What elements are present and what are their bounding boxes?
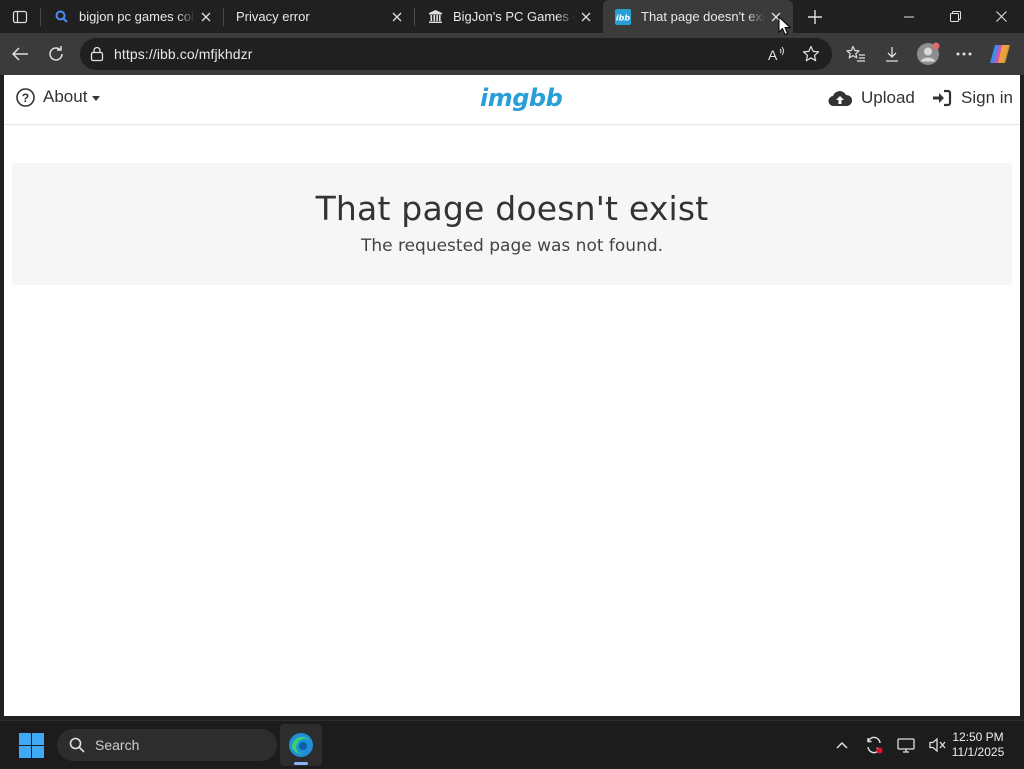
tab-imgbb-active[interactable]: ibb That page doesn't exist xyxy=(603,0,793,33)
svg-text:A: A xyxy=(768,47,778,62)
taskbar: Search 12:50 PM 11/1/2025 xyxy=(0,720,1024,768)
network-icon xyxy=(897,738,915,753)
read-aloud-button[interactable]: A xyxy=(762,38,792,70)
start-button[interactable] xyxy=(19,733,44,763)
toolbar-right xyxy=(838,38,1018,70)
tab-title: bigjon pc games collecti xyxy=(79,9,195,24)
tab-title: BigJon's PC Games Colle xyxy=(453,9,575,24)
browser-toolbar: https://ibb.co/mfjkhdzr A xyxy=(0,33,1024,75)
system-tray xyxy=(826,721,954,769)
chevron-up-icon xyxy=(836,741,848,749)
refresh-icon xyxy=(49,46,63,61)
sync-tray-button[interactable] xyxy=(858,721,890,769)
web-page: ? About imgbb Upload Sign in That page d… xyxy=(4,75,1020,716)
about-menu[interactable]: ? About xyxy=(16,87,101,107)
more-options-button[interactable] xyxy=(946,38,982,70)
url-text[interactable]: https://ibb.co/mfjkhdzr xyxy=(114,46,762,62)
plus-icon xyxy=(808,9,822,24)
imgbb-favicon: ibb xyxy=(615,8,631,25)
copilot-icon xyxy=(990,45,1010,63)
site-header: ? About imgbb Upload Sign in xyxy=(4,75,1020,125)
tab-strip: bigjon pc games collecti Privacy error B… xyxy=(0,0,1024,33)
close-icon xyxy=(995,11,1007,22)
read-aloud-icon: A xyxy=(768,46,784,62)
back-arrow-icon xyxy=(11,47,28,61)
close-tab-icon[interactable] xyxy=(575,6,597,28)
minimize-button[interactable] xyxy=(886,0,932,33)
cloud-upload-icon xyxy=(828,91,852,107)
add-favorite-button[interactable] xyxy=(796,38,826,70)
show-hidden-icons-button[interactable] xyxy=(826,721,858,769)
browser-window: bigjon pc games collecti Privacy error B… xyxy=(0,0,1024,720)
tab-title: Privacy error xyxy=(236,9,310,24)
sign-in-label: Sign in xyxy=(961,88,1013,107)
svg-text:ibb: ibb xyxy=(616,13,630,22)
close-tab-icon[interactable] xyxy=(195,6,217,28)
window-controls xyxy=(886,0,1024,33)
refresh-button[interactable] xyxy=(38,38,74,70)
favorites-button[interactable] xyxy=(838,38,874,70)
tab-search[interactable]: bigjon pc games collecti xyxy=(41,0,223,33)
upload-button[interactable]: Upload xyxy=(828,88,915,108)
help-icon: ? xyxy=(16,87,35,107)
restore-button[interactable] xyxy=(932,0,978,33)
avatar xyxy=(917,42,940,65)
mouse-cursor-icon xyxy=(778,16,791,36)
search-icon xyxy=(69,737,85,753)
tab-title: That page doesn't exist xyxy=(641,9,765,24)
chevron-down-icon xyxy=(92,95,101,101)
address-bar[interactable]: https://ibb.co/mfjkhdzr A xyxy=(80,38,832,70)
taskbar-clock[interactable]: 12:50 PM 11/1/2025 xyxy=(942,730,1014,760)
star-icon xyxy=(802,45,820,62)
restore-icon xyxy=(949,11,961,22)
downloads-button[interactable] xyxy=(874,38,910,70)
tab-bigjon-collection[interactable]: BigJon's PC Games Colle xyxy=(415,0,603,33)
error-heading: That page doesn't exist xyxy=(315,189,709,228)
about-label: About xyxy=(43,87,88,106)
taskbar-search[interactable]: Search xyxy=(57,729,277,761)
download-icon xyxy=(886,47,898,62)
archive-icon xyxy=(427,9,443,25)
sign-in-icon xyxy=(933,89,952,107)
windows-logo-icon xyxy=(19,733,44,758)
profile-button[interactable] xyxy=(910,38,946,70)
sync-icon xyxy=(867,736,883,754)
site-logo[interactable]: imgbb xyxy=(480,84,563,112)
clock-date: 11/1/2025 xyxy=(951,745,1005,759)
tab-privacy-error[interactable]: Privacy error xyxy=(224,0,414,33)
close-tab-icon[interactable] xyxy=(386,6,408,28)
favorites-icon xyxy=(846,45,865,62)
edge-taskbar-button[interactable] xyxy=(280,724,322,766)
svg-text:?: ? xyxy=(22,91,29,105)
lock-icon[interactable] xyxy=(80,46,114,62)
error-message: The requested page was not found. xyxy=(360,236,664,256)
edge-icon xyxy=(289,733,313,757)
close-window-button[interactable] xyxy=(978,0,1024,33)
tab-actions-button[interactable] xyxy=(0,0,40,33)
error-notice: That page doesn't exist The requested pa… xyxy=(12,163,1012,285)
search-icon xyxy=(53,9,69,25)
copilot-button[interactable] xyxy=(982,38,1018,70)
sign-in-button[interactable]: Sign in xyxy=(932,88,1013,108)
tab-actions-icon xyxy=(12,10,28,23)
clock-time: 12:50 PM xyxy=(952,730,1004,744)
taskbar-search-label: Search xyxy=(95,737,140,753)
minimize-icon xyxy=(904,16,914,17)
new-tab-button[interactable] xyxy=(797,0,833,33)
network-tray-button[interactable] xyxy=(890,721,922,769)
more-icon xyxy=(956,52,972,56)
upload-label: Upload xyxy=(861,88,915,107)
back-button[interactable] xyxy=(2,38,38,70)
